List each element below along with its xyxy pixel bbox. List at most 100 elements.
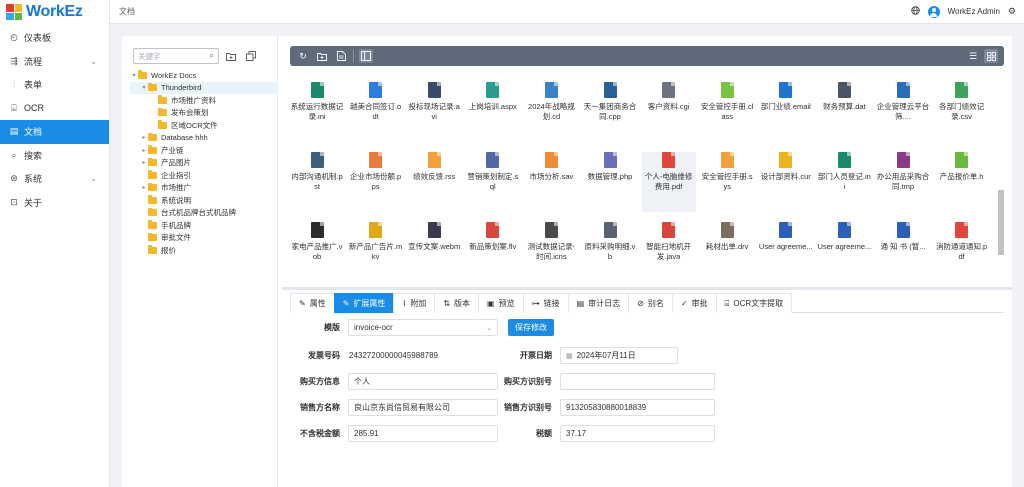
grid-view-icon[interactable] [984,49,998,63]
sidebar-item-5[interactable]: ⌕ 搜索 [0,144,109,168]
sidebar-item-0[interactable]: ◴ 仪表板 [0,26,109,50]
file-item[interactable]: 财务预算.dat [817,82,871,142]
file-item[interactable]: 投标现场记录.avi [407,82,461,142]
file-item[interactable]: 安全管控手册.class [700,82,754,142]
tab-2[interactable]: ⌇ 附加 [393,293,436,313]
tab-0[interactable]: ✎ 属性 [290,293,335,313]
sidebar-item-3[interactable]: ⌸ OCR [0,97,109,121]
file-item[interactable]: User agreeme... [817,222,871,278]
buyer-id-field[interactable] [560,373,715,390]
file-item[interactable]: 新品策划案.flv [466,222,520,278]
folder-add-icon[interactable] [315,49,329,63]
file-item[interactable]: 办公用品采购合同.tmp [876,152,930,212]
file-item[interactable]: 通 知 书 (暂... [876,222,930,278]
file-item[interactable]: 内部沟通机制.pst [290,152,344,212]
tab-3[interactable]: ⇅ 版本 [434,293,480,313]
file-item[interactable]: 部门人员登记.ini [817,152,871,212]
seller-id-field[interactable]: 913205830880018839 [560,399,715,416]
sidebar-item-6[interactable]: ⊛ 系统 ⌄ [0,167,109,191]
caret-right-icon[interactable]: ▸ [140,159,148,166]
file-item[interactable]: 各部门绩效记录.csv [935,82,989,142]
file-item[interactable]: 营销策划制定.sql [466,152,520,212]
tree-node[interactable]: ▸ 产业链 [130,144,278,157]
caret-down-icon[interactable]: ▾ [130,72,138,79]
caret-right-icon[interactable]: ▸ [140,184,148,191]
tab-1[interactable]: ✎ 扩展属性 [333,293,395,313]
new-folder-icon[interactable] [223,48,239,64]
caret-down-icon[interactable]: ▾ [140,84,148,91]
file-item[interactable]: 企业管理云平台筛.... [876,82,930,142]
caret-right-icon[interactable]: ▸ [140,134,148,141]
file-item[interactable]: 设计部资料.cur [759,152,813,212]
file-scrollbar[interactable] [998,90,1004,286]
invoice-date-field[interactable]: ▦ 2024年07月11日 [560,347,678,364]
tab-8[interactable]: ✓ 审批 [671,293,717,313]
tab-7[interactable]: ⊘ 别名 [628,293,673,313]
file-item[interactable]: 个人-电脑维修费用.pdf [641,152,696,212]
tree-search-input[interactable]: 关键字 ⌕ [133,48,219,64]
tree-node[interactable]: ▾ WorkEz Docs [130,69,278,82]
file-item[interactable]: 客户资料.cgi [642,82,696,142]
tree-node[interactable]: 报价 [130,244,278,257]
tree-node[interactable]: 审批文件 [130,232,278,245]
file-item[interactable]: 企业市场份额.pps [349,152,403,212]
sidebar-item-2[interactable]: ⫶ 表单 [0,73,109,97]
file-item[interactable]: 2024年战略规划.cd [524,82,578,142]
file-item[interactable]: 智能扫地机开发.java [642,222,696,278]
pane-divider[interactable] [282,287,1012,290]
file-item[interactable]: 系统运行数据记录.ini [290,82,344,142]
file-item[interactable]: 原料采购明细.vb [583,222,637,278]
gear-icon[interactable]: ⚙ [1008,6,1016,17]
file-item[interactable]: 耗材出单.drv [700,222,754,278]
file-item[interactable]: 上岗培训.aspx [466,82,520,142]
copy-icon[interactable] [243,48,259,64]
sidebar-item-7[interactable]: ⊡ 关于 [0,191,109,215]
file-item[interactable]: 天一集团商务合同.cpp [583,82,637,142]
save-changes-button[interactable]: 保存修改 [508,319,554,336]
tree-node[interactable]: ▸ Database hhh [130,132,278,145]
tab-6[interactable]: ▤ 审计日志 [567,293,630,313]
list-view-icon[interactable]: ☰ [966,49,980,63]
tab-5[interactable]: ⊶ 链接 [522,293,569,313]
tree-node[interactable]: ▾ Thunderbird [130,81,278,94]
file-item[interactable]: 产品报价单.h [935,152,989,212]
user-name[interactable]: WorkEz Admin [948,7,1000,16]
file-item[interactable]: 绩效反馈.rss [407,152,461,212]
sidebar-item-1[interactable]: ⇶ 流程 ⌄ [0,50,109,74]
file-item[interactable]: 安全管控手册.sys [700,152,754,212]
globe-icon[interactable] [910,6,920,17]
file-item[interactable]: 部门业绩.email [759,82,813,142]
tab-4[interactable]: ▣ 预览 [478,293,524,313]
tree-node[interactable]: 手机品牌 [130,219,278,232]
file-item[interactable]: 消防通道通知.pdf [935,222,989,278]
tree-node[interactable]: ▸ 产品图片 [130,157,278,170]
file-item[interactable]: 数据管理.php [583,152,637,212]
tab-9[interactable]: ⌸ OCR文字提取 [715,293,793,313]
file-item[interactable]: 市场分析.sav [524,152,578,212]
avatar[interactable] [927,5,940,18]
caret-right-icon[interactable]: ▸ [140,147,148,154]
tax-field[interactable]: 37.17 [560,425,715,442]
file-add-icon[interactable] [334,49,348,63]
tree-node[interactable]: 企业指引 [130,169,278,182]
seller-field[interactable]: 良山京东尚信贸易有限公司 [348,399,498,416]
file-item[interactable]: 越美合同签订.odt [349,82,403,142]
search-icon[interactable]: ⌕ [210,51,214,61]
file-item[interactable]: 测试数据记录-时间.icns [524,222,578,278]
file-item[interactable]: 家电产品推广.vob [290,222,344,278]
panel-toggle-icon[interactable] [359,49,373,63]
scrollbar-thumb[interactable] [998,190,1004,255]
amount-field[interactable]: 285.91 [348,425,498,442]
sidebar-item-4[interactable]: ▤ 文档 [0,120,109,144]
tree-node[interactable]: 市场推广资料 [130,94,278,107]
tree-node[interactable]: 发布会策划 [130,107,278,120]
tree-node[interactable]: 区域OCR文件 [130,119,278,132]
tree-node[interactable]: ▸ 市场推广 [130,182,278,195]
refresh-icon[interactable]: ↻ [296,49,310,63]
buyer-field[interactable]: 个人 [348,373,498,390]
file-item[interactable]: 新产品广告片.mkv [349,222,403,278]
tree-node[interactable]: 系统说明 [130,194,278,207]
file-item[interactable]: User agreeme... [759,222,813,278]
template-select[interactable]: invoice-ocr ⌄ [348,319,498,336]
tree-node[interactable]: 台式机品牌台式机品牌 [130,207,278,220]
